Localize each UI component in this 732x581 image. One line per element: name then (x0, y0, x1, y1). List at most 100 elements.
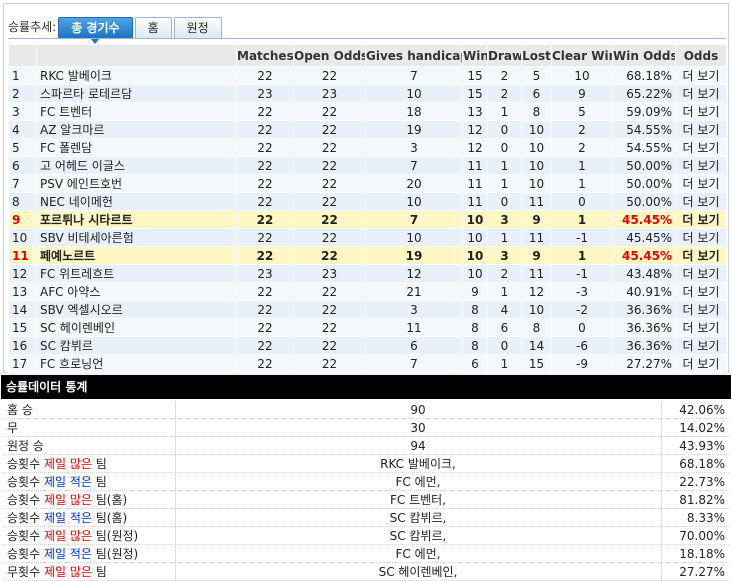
stat-value: 30 (174, 418, 661, 437)
lost-cell: 8 (521, 102, 552, 121)
open-odds-cell: 22 (293, 318, 366, 337)
stat-label-emphasis: 제일 적은 (43, 475, 92, 489)
clear-win-cell: -3 (551, 282, 613, 301)
draw-cell: 6 (487, 318, 522, 337)
team-name-cell: PSV 에인트호번 (36, 174, 237, 193)
team-name-cell: SC 헤이렌베인 (36, 318, 237, 337)
stats-title: 승률데이터 통계 (1, 375, 731, 399)
gives-handicap-cell: 6 (365, 336, 463, 355)
gives-handicap-cell: 3 (365, 138, 463, 157)
win-odds-cell: 59.09% (612, 102, 676, 121)
stat-label-emphasis: 제일 적은 (43, 547, 92, 561)
tab-away[interactable]: 원정 (173, 17, 222, 38)
odds-more-link[interactable]: 더 보기 (675, 300, 727, 319)
table-row: 3 FC 트벤터 22 22 18 13 1 8 5 59.09% 더 보기 (8, 102, 727, 121)
rank-cell: 5 (8, 138, 37, 157)
clear-win-cell: 2 (551, 120, 613, 139)
gives-handicap-cell: 7 (365, 354, 463, 373)
table-header-row: Matches Open Odds Gives handicap Win Dra… (8, 44, 727, 67)
table-row: 17 FC 흐로닝언 22 22 7 6 1 15 -9 27.27% 더 보기 (8, 354, 727, 373)
col-gives-handicap: Gives handicap (365, 44, 463, 67)
table-row: 4 AZ 알크마르 22 22 19 12 0 10 2 54.55% 더 보기 (8, 120, 727, 139)
gives-handicap-cell: 19 (365, 120, 463, 139)
gives-handicap-cell: 7 (365, 210, 463, 229)
col-matches: Matches (236, 44, 294, 67)
team-name-cell: AZ 알크마르 (36, 120, 237, 139)
trend-label: 승률추세: (8, 20, 57, 34)
clear-win-cell: 1 (551, 210, 613, 229)
table-row: 11 페예노르트 22 22 19 10 3 9 1 45.45% 더 보기 (8, 246, 727, 265)
odds-more-link[interactable]: 더 보기 (675, 156, 727, 175)
stat-label: 무 (3, 418, 175, 437)
clear-win-cell: -9 (551, 354, 613, 373)
stat-percent: 22.73% (660, 472, 729, 491)
odds-more-link[interactable]: 더 보기 (675, 192, 727, 211)
rank-cell: 17 (8, 354, 37, 373)
stat-label-emphasis: 제일 많은 (43, 457, 92, 471)
matches-cell: 22 (236, 354, 294, 373)
odds-more-link[interactable]: 더 보기 (675, 264, 727, 283)
draw-cell: 3 (487, 210, 522, 229)
stat-value: SC 헤이렌베인, (174, 562, 661, 581)
stat-percent: 27.27% (660, 562, 729, 581)
odds-more-link[interactable]: 더 보기 (675, 120, 727, 139)
matches-cell: 22 (236, 210, 294, 229)
matches-cell: 22 (236, 102, 294, 121)
odds-more-link[interactable]: 더 보기 (675, 174, 727, 193)
rank-cell: 15 (8, 318, 37, 337)
open-odds-cell: 22 (293, 66, 366, 85)
open-odds-cell: 22 (293, 120, 366, 139)
clear-win-cell: 9 (551, 84, 613, 103)
draw-cell: 0 (487, 336, 522, 355)
odds-more-link[interactable]: 더 보기 (675, 318, 727, 337)
odds-more-link[interactable]: 더 보기 (675, 336, 727, 355)
stat-label: 승횟수 제일 적은 팀(홈) (3, 508, 175, 527)
draw-cell: 4 (487, 300, 522, 319)
open-odds-cell: 22 (293, 192, 366, 211)
odds-more-link[interactable]: 더 보기 (675, 210, 727, 229)
odds-more-link[interactable]: 더 보기 (675, 138, 727, 157)
stat-label: 승횟수 제일 많은 팀(원정) (3, 526, 175, 545)
team-name-cell: FC 폴렌담 (36, 138, 237, 157)
stat-value: FC 에먼, (174, 544, 661, 563)
stat-percent: 43.93% (660, 436, 729, 455)
team-name-cell: SC 캄뷔르 (36, 336, 237, 355)
stats-row: 승횟수 제일 많은 팀(홈) FC 트벤터, 81.82% (3, 490, 729, 509)
table-row: 9 포르튀나 시타르트 22 22 7 10 3 9 1 45.45% 더 보기 (8, 210, 727, 229)
win-cell: 15 (462, 66, 488, 85)
lost-cell: 14 (521, 336, 552, 355)
stat-value: 94 (174, 436, 661, 455)
win-cell: 12 (462, 120, 488, 139)
tab-all-matches[interactable]: 총 경기수 (58, 17, 133, 44)
matches-cell: 22 (236, 282, 294, 301)
win-rate-table: Matches Open Odds Gives handicap Win Dra… (8, 44, 727, 391)
stat-percent: 70.00% (660, 526, 729, 545)
rank-cell: 8 (8, 192, 37, 211)
odds-more-link[interactable]: 더 보기 (675, 354, 727, 373)
odds-more-link[interactable]: 더 보기 (675, 282, 727, 301)
win-odds-cell: 45.45% (612, 210, 676, 229)
stat-label-prefix: 승횟수 (7, 493, 44, 507)
odds-more-link[interactable]: 더 보기 (675, 66, 727, 85)
win-cell: 10 (462, 210, 488, 229)
odds-more-link[interactable]: 더 보기 (675, 246, 727, 265)
odds-more-link[interactable]: 더 보기 (675, 228, 727, 247)
open-odds-cell: 22 (293, 138, 366, 157)
win-cell: 12 (462, 138, 488, 157)
odds-more-link[interactable]: 더 보기 (675, 102, 727, 121)
tab-home[interactable]: 홈 (134, 17, 172, 38)
lost-cell: 9 (521, 246, 552, 265)
stat-label-prefix: 승횟수 (7, 511, 44, 525)
win-cell: 8 (462, 318, 488, 337)
odds-more-link[interactable]: 더 보기 (675, 84, 727, 103)
table-row: 1 RKC 발베이크 22 22 7 15 2 5 10 68.18% 더 보기 (8, 66, 727, 85)
rank-cell: 6 (8, 156, 37, 175)
col-lost: Lost (521, 44, 552, 67)
clear-win-cell: 1 (551, 174, 613, 193)
table-row: 10 SBV 비테세아른험 22 22 10 10 1 11 -1 45.45% 더 보기 (8, 228, 727, 247)
stats-row: 원정 승 94 43.93% (3, 436, 729, 455)
col-win: Win (462, 44, 488, 67)
win-odds-cell: 27.27% (612, 354, 676, 373)
stats-table: 홈 승 90 42.06% 무 30 14.02% 원정 승 94 43.93% 승횟수 제일 많… (3, 401, 729, 581)
matches-cell: 22 (236, 66, 294, 85)
